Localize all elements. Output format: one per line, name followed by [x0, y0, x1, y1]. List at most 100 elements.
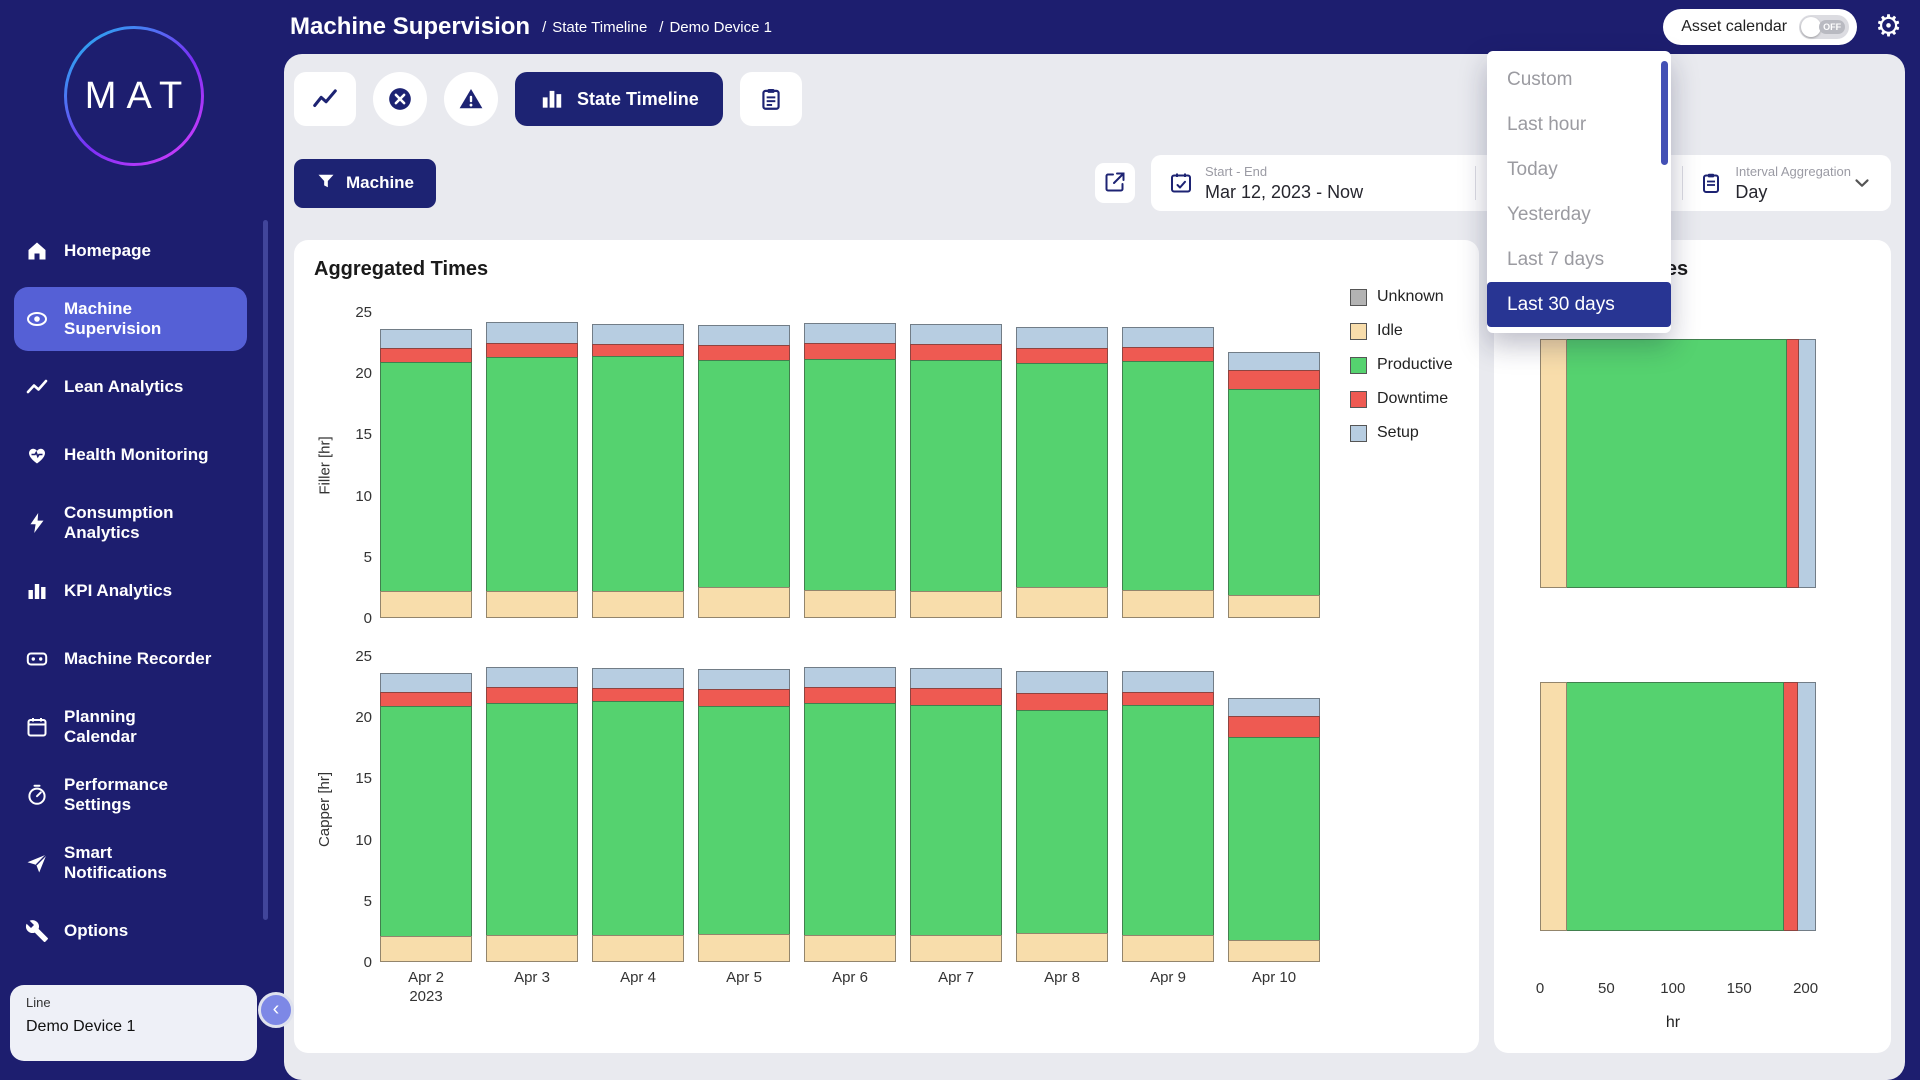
sidebar-scrollbar[interactable] — [263, 220, 268, 920]
interval-aggregation-label: Interval Aggregation — [1735, 164, 1851, 179]
menu-item-yesterday[interactable]: Yesterday — [1487, 192, 1671, 237]
toggle-switch[interactable]: OFF — [1799, 15, 1849, 39]
bar-segment-idle — [1016, 587, 1108, 618]
stacked-bar — [1016, 671, 1108, 962]
menu-item-last-hour[interactable]: Last hour — [1487, 102, 1671, 147]
legend-swatch — [1350, 357, 1367, 374]
x-tick-label: 150 — [1727, 980, 1752, 997]
bar-segment-idle — [1122, 590, 1214, 618]
date-range-field[interactable]: Start - End Mar 12, 2023 - Now — [1205, 164, 1363, 203]
legend-item: Productive — [1350, 356, 1453, 374]
bar-segment-downtime — [1016, 693, 1108, 710]
stacked-bar — [592, 324, 684, 618]
bar-segment-downtime — [910, 344, 1002, 360]
menu-item-last-30-days[interactable]: Last 30 days — [1487, 282, 1671, 327]
stacked-bar — [698, 669, 790, 962]
sidebar-item-options[interactable]: Options — [14, 899, 247, 963]
home-icon — [24, 238, 50, 264]
settings-gear-icon[interactable]: ⚙ — [1875, 12, 1902, 42]
date-range-value: Mar 12, 2023 - Now — [1205, 182, 1363, 203]
machine-filter-button[interactable]: Machine — [294, 159, 436, 208]
x-axis-label: Apr 3 — [486, 968, 578, 1006]
bar-segment-setup — [698, 325, 790, 345]
bar-segment-setup — [486, 667, 578, 687]
stacked-bar — [698, 325, 790, 618]
y-tick-label: 25 — [355, 304, 372, 321]
bar-segment-setup — [804, 667, 896, 687]
bar-segment-idle — [1016, 933, 1108, 962]
stacked-bar — [910, 324, 1002, 618]
sidebar-item-machine-recorder[interactable]: Machine Recorder — [14, 627, 247, 691]
bar-segment-setup — [698, 669, 790, 689]
logo: MAT — [0, 26, 267, 166]
bar-segment-idle — [1540, 682, 1567, 931]
bar-segment-setup — [380, 329, 472, 347]
report-button[interactable] — [740, 72, 802, 126]
sidebar-item-planning-calendar[interactable]: Planning Calendar — [14, 695, 247, 759]
sidebar-item-consumption-analytics[interactable]: Consumption Analytics — [14, 491, 247, 555]
sidebar-item-smart-notifications[interactable]: Smart Notifications — [14, 831, 247, 895]
interval-aggregation-value: Day — [1735, 182, 1851, 203]
sidebar-item-health-monitoring[interactable]: Health Monitoring — [14, 423, 247, 487]
bar-segment-productive — [698, 360, 790, 588]
total-bar-1 — [1540, 339, 1816, 588]
sidebar-item-label: Machine Supervision — [64, 299, 161, 339]
breadcrumb-demo-device[interactable]: /Demo Device 1 — [659, 19, 772, 36]
y-axis: 0510152025 — [334, 312, 372, 618]
legend-label: Downtime — [1377, 390, 1448, 408]
menu-item-today[interactable]: Today — [1487, 147, 1671, 192]
y-tick-label: 15 — [355, 770, 372, 787]
bar-segment-downtime — [1228, 716, 1320, 737]
sidebar-collapse-button[interactable]: ‹ — [258, 992, 294, 1028]
sidebar-item-homepage[interactable]: Homepage — [14, 219, 247, 283]
dropdown-scrollbar[interactable] — [1661, 61, 1668, 165]
bar-segment-setup — [910, 324, 1002, 344]
legend-swatch — [1350, 289, 1367, 306]
chart-legend: UnknownIdleProductiveDowntimeSetup — [1350, 288, 1453, 458]
bar-segment-productive — [1228, 737, 1320, 940]
total-bar-2 — [1540, 682, 1816, 931]
view-toolbar: State Timeline — [294, 72, 802, 126]
menu-item-last-7-days[interactable]: Last 7 days — [1487, 237, 1671, 282]
bar-chart-icon — [24, 578, 50, 604]
sidebar-item-label: Smart Notifications — [64, 843, 167, 883]
stop-events-button[interactable] — [373, 72, 427, 126]
bar-segment-idle — [1228, 595, 1320, 618]
device-card[interactable]: Line Demo Device 1 — [10, 985, 257, 1061]
bar-segment-setup — [592, 668, 684, 688]
sidebar-item-kpi-analytics[interactable]: KPI Analytics — [14, 559, 247, 623]
legend-item: Downtime — [1350, 390, 1453, 408]
bar-segment-productive — [1016, 363, 1108, 587]
stacked-bar — [380, 673, 472, 962]
sidebar-item-label: Machine Recorder — [64, 649, 211, 669]
legend-label: Setup — [1377, 424, 1419, 442]
y-tick-label: 20 — [355, 365, 372, 382]
bar-segment-productive — [1228, 389, 1320, 595]
breadcrumb-state-timeline[interactable]: /State Timeline — [542, 19, 647, 36]
x-tick-label: 100 — [1660, 980, 1685, 997]
interval-aggregation-select[interactable]: Interval Aggregation Day — [1735, 164, 1851, 203]
menu-item-custom[interactable]: Custom — [1487, 57, 1671, 102]
warning-triangle-icon — [458, 86, 484, 112]
sidebar-item-machine-supervision[interactable]: Machine Supervision — [14, 287, 247, 351]
sidebar-item-performance-settings[interactable]: Performance Settings — [14, 763, 247, 827]
sidebar-item-lean-analytics[interactable]: Lean Analytics — [14, 355, 247, 419]
x-axis-label: Apr 10 — [1228, 968, 1320, 1006]
calendar-check-icon — [1169, 171, 1193, 195]
trend-view-button[interactable] — [294, 72, 356, 126]
alarms-button[interactable] — [444, 72, 498, 126]
bar-segment-downtime — [1122, 347, 1214, 361]
export-button[interactable] — [1095, 163, 1135, 203]
bar-segment-productive — [1122, 705, 1214, 935]
bar-segment-idle — [1228, 940, 1320, 962]
sidebar: MAT Homepage Machine Supervision Lean An… — [0, 0, 267, 1080]
bar-segment-setup — [1016, 671, 1108, 693]
asset-calendar-toggle[interactable]: Asset calendar OFF — [1663, 9, 1857, 45]
bar-segment-idle — [380, 936, 472, 962]
bar-segment-downtime — [1016, 348, 1108, 364]
x-axis-label: Apr 8 — [1016, 968, 1108, 1006]
chevron-down-icon[interactable] — [1851, 172, 1873, 194]
bar-segment-idle — [804, 935, 896, 962]
state-timeline-tab[interactable]: State Timeline — [515, 72, 723, 126]
bar-segment-productive — [698, 706, 790, 934]
